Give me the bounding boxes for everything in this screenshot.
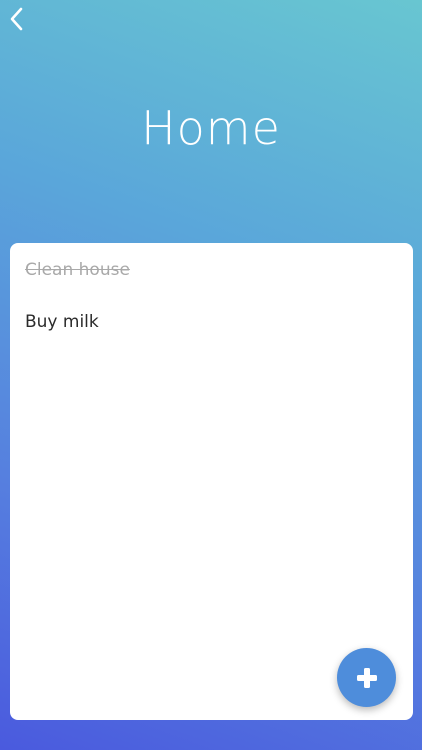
task-list-card: Clean house Buy milk xyxy=(10,243,413,720)
chevron-left-icon xyxy=(10,7,23,31)
add-task-button[interactable] xyxy=(337,648,396,707)
page-title: Home xyxy=(141,101,281,155)
task-item-clean-house[interactable]: Clean house xyxy=(25,259,130,281)
back-button[interactable] xyxy=(2,4,30,34)
task-item-buy-milk[interactable]: Buy milk xyxy=(25,311,99,333)
plus-icon xyxy=(356,667,377,688)
